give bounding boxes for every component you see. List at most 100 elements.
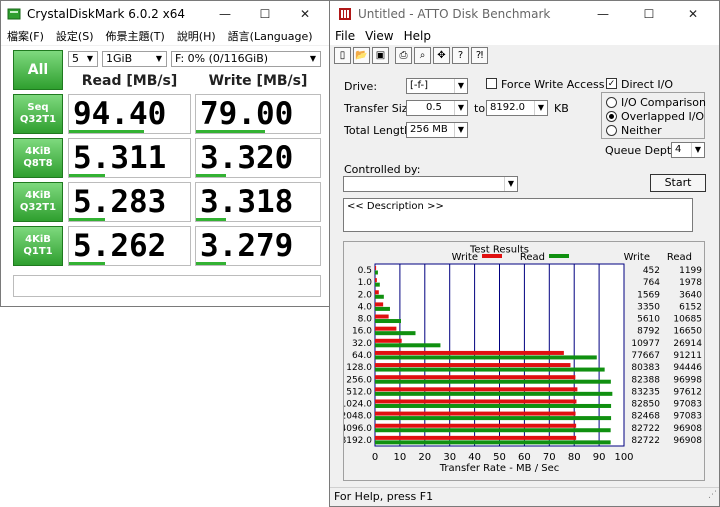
direct-io-checkbox[interactable]: ✓: [606, 78, 617, 89]
resize-grip-icon[interactable]: ⋰: [708, 487, 717, 504]
test-4k-q8t8-button[interactable]: 4KiB Q8T8: [13, 138, 63, 178]
test-seq-q32t1-button[interactable]: Seq Q32T1: [13, 94, 63, 134]
row-label-line1: Seq: [27, 102, 49, 113]
write-result: 3.320: [195, 138, 321, 178]
write-value-label: 77667: [631, 351, 660, 361]
write-bar: [375, 266, 377, 270]
write-bar: [375, 435, 577, 440]
start-button[interactable]: Start: [650, 174, 706, 192]
write-value-label: 1569: [637, 290, 660, 300]
save-icon[interactable]: ▣: [372, 47, 389, 64]
overlapped-io-radio[interactable]: [606, 111, 617, 122]
read-column-header: Read: [667, 252, 692, 263]
read-bar: [375, 282, 380, 287]
atto-maximize-button[interactable]: ☐: [629, 1, 669, 27]
atto-menu-file[interactable]: File: [335, 29, 355, 43]
controlled-by-select[interactable]: ▼: [343, 176, 518, 192]
transfer-from-value: 0.5: [426, 102, 442, 113]
cdm-minimize-button[interactable]: —: [205, 1, 245, 27]
io-comparison-radio[interactable]: [606, 97, 617, 108]
transfer-from-select[interactable]: 0.5 ▼: [406, 100, 468, 116]
cdm-app-icon: [7, 8, 21, 20]
write-value-label: 5610: [637, 315, 660, 325]
atto-close-button[interactable]: ✕: [673, 1, 713, 27]
read-bar: [375, 319, 401, 324]
cdm-titlebar[interactable]: CrystalDiskMark 6.0.2 x64 — ☐ ✕: [1, 1, 329, 27]
row-label-line2: Q8T8: [23, 158, 53, 169]
cdm-menu-language[interactable]: 語言(Language): [228, 28, 313, 44]
atto-menu-help[interactable]: Help: [404, 29, 431, 43]
count-select[interactable]: 5 ▼: [68, 51, 98, 67]
atto-menubar: File View Help: [330, 27, 719, 45]
write-bar: [375, 302, 384, 307]
new-file-icon[interactable]: ▯: [334, 47, 351, 64]
drive-select[interactable]: [-f-] ▼: [406, 78, 468, 94]
chevron-down-icon: ▼: [454, 79, 467, 93]
read-bar: [375, 294, 384, 299]
write-value: 3.320: [200, 140, 294, 176]
y-tick-label: 2048.0: [344, 412, 372, 422]
read-header: Read [MB/s]: [81, 73, 178, 89]
cdm-menu-help[interactable]: 說明(H): [177, 28, 216, 44]
controlled-by-label: Controlled by:: [344, 163, 421, 176]
y-tick-label: 2.0: [358, 290, 373, 300]
x-tick-label: 60: [518, 452, 531, 463]
read-value: 5.311: [73, 140, 167, 176]
write-value-label: 82850: [631, 400, 660, 410]
move-icon[interactable]: ✥: [433, 47, 450, 64]
read-bar: [375, 343, 441, 348]
write-bar: [375, 278, 377, 283]
write-progress-bar: [196, 174, 226, 177]
read-bar: [375, 379, 611, 384]
chevron-down-icon: ▼: [504, 177, 517, 191]
drive-value: [-f-]: [410, 80, 428, 91]
read-value: 94.40: [73, 96, 167, 132]
write-bar: [375, 350, 564, 355]
chevron-down-icon: ▼: [534, 101, 547, 115]
atto-menu-view[interactable]: View: [365, 29, 393, 43]
atto-titlebar[interactable]: Untitled - ATTO Disk Benchmark — ☐ ✕: [330, 1, 719, 27]
description-field[interactable]: << Description >>: [343, 198, 693, 232]
read-progress-bar: [69, 262, 106, 265]
read-result: 94.40: [68, 94, 191, 134]
test-4k-q32t1-button[interactable]: 4KiB Q32T1: [13, 182, 63, 222]
atto-app-icon: [339, 8, 351, 20]
cdm-maximize-button[interactable]: ☐: [245, 1, 285, 27]
legend-read-label: Read: [520, 252, 545, 263]
read-value-label: 91211: [673, 351, 702, 361]
drive-label: Drive:: [344, 80, 378, 93]
size-select[interactable]: 1GiB ▼: [102, 51, 167, 67]
force-write-checkbox[interactable]: [486, 78, 497, 89]
cdm-menu-file[interactable]: 檔案(F): [7, 28, 44, 44]
open-folder-icon[interactable]: 📂: [353, 47, 370, 64]
write-result: 3.279: [195, 226, 321, 266]
x-tick-label: 50: [493, 452, 506, 463]
total-length-select[interactable]: 256 MB ▼: [406, 122, 468, 138]
help-icon[interactable]: ?: [452, 47, 469, 64]
queue-depth-select[interactable]: 4 ▼: [671, 142, 705, 158]
write-bar: [375, 314, 389, 319]
neither-radio[interactable]: [606, 125, 617, 136]
row-label-line2: Q1T1: [23, 246, 53, 257]
test-4k-q1t1-button[interactable]: 4KiB Q1T1: [13, 226, 63, 266]
write-value-label: 452: [643, 266, 660, 276]
cdm-menu-settings[interactable]: 設定(S): [56, 28, 94, 44]
context-help-icon[interactable]: ⁈: [471, 47, 488, 64]
x-tick-label: 100: [614, 452, 633, 463]
comment-field[interactable]: [13, 275, 321, 297]
transfer-to-select[interactable]: 8192.0 ▼: [486, 100, 548, 116]
all-button[interactable]: All: [13, 50, 63, 90]
write-value-label: 8792: [637, 327, 660, 337]
status-text: For Help, press F1: [334, 490, 434, 503]
y-tick-label: 16.0: [352, 327, 372, 337]
print-preview-icon[interactable]: ⌕: [414, 47, 431, 64]
cdm-menu-theme[interactable]: 佈景主題(T): [106, 28, 165, 44]
read-result: 5.311: [68, 138, 191, 178]
drive-select[interactable]: F: 0% (0/116GiB) ▼: [171, 51, 321, 67]
read-value-label: 97083: [673, 412, 702, 422]
print-icon[interactable]: ⎙: [395, 47, 412, 64]
atto-minimize-button[interactable]: —: [583, 1, 623, 27]
x-tick-label: 90: [593, 452, 606, 463]
atto-toolbar: ▯ 📂 ▣ ⎙ ⌕ ✥ ? ⁈: [334, 47, 490, 69]
cdm-close-button[interactable]: ✕: [285, 1, 325, 27]
